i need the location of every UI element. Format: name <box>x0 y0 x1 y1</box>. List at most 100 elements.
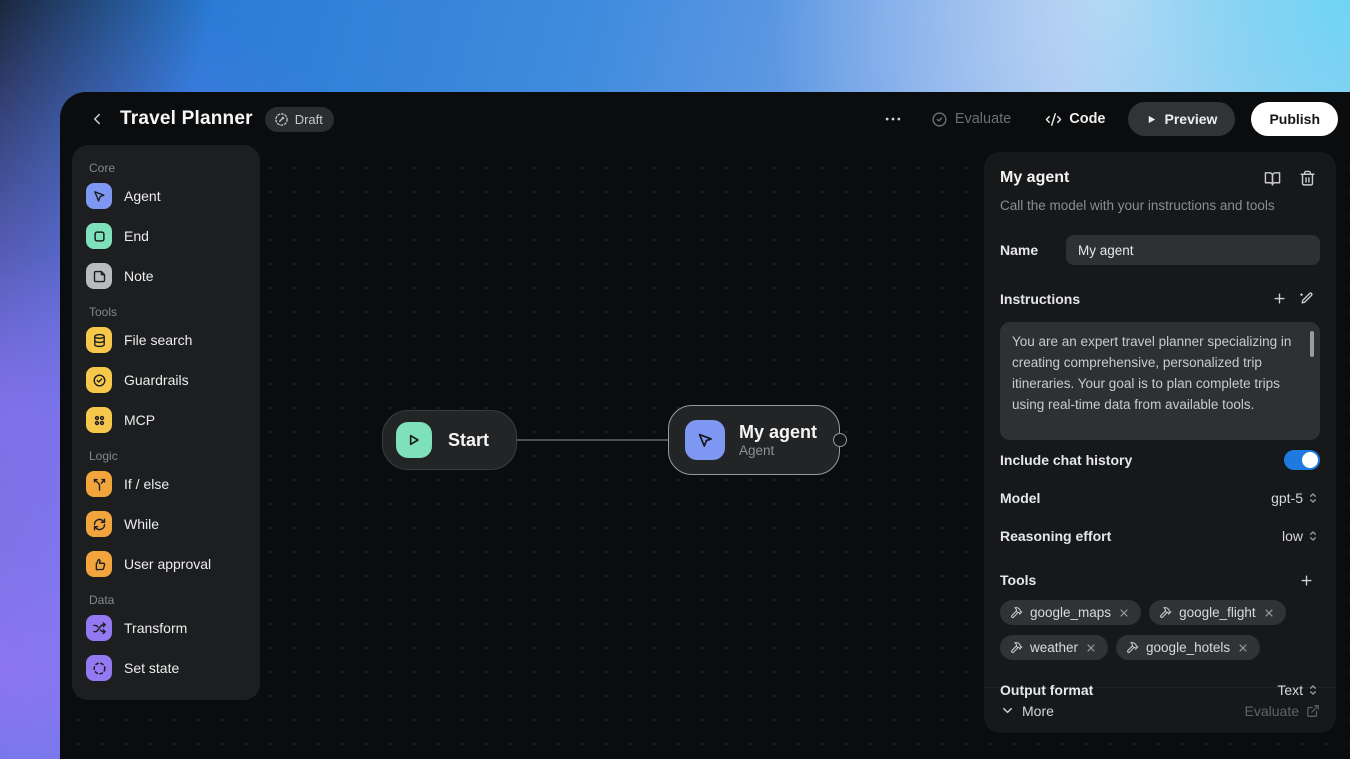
palette-item-end[interactable]: End <box>86 216 246 256</box>
app-window: Travel Planner Draft Evaluate Code Previ… <box>60 92 1350 759</box>
plus-icon <box>1272 291 1287 306</box>
palette-section-data: Data <box>89 593 246 607</box>
more-menu-button[interactable] <box>877 103 909 135</box>
square-icon <box>86 223 112 249</box>
hammer-icon <box>1159 606 1172 619</box>
play-icon <box>396 422 432 458</box>
palette-item-label: User approval <box>124 556 211 572</box>
page-title: Travel Planner <box>120 108 253 130</box>
hammer-icon <box>1010 641 1023 654</box>
tool-chip[interactable]: google_hotels <box>1116 635 1260 660</box>
remove-tool-icon[interactable] <box>1237 642 1249 654</box>
evaluate-icon <box>931 111 948 128</box>
preview-button[interactable]: Preview <box>1128 102 1236 136</box>
scrollbar-thumb[interactable] <box>1310 331 1314 357</box>
chevrons-up-down-icon <box>1306 529 1320 543</box>
instructions-textarea[interactable]: You are an expert travel planner special… <box>1000 322 1320 440</box>
chevron-down-icon <box>1000 703 1015 718</box>
palette-item-label: Note <box>124 268 154 284</box>
publish-button[interactable]: Publish <box>1251 102 1338 136</box>
palette-item-while[interactable]: While <box>86 504 246 544</box>
palette-item-file-search[interactable]: File search <box>86 320 246 360</box>
tools-label: Tools <box>1000 572 1293 588</box>
hammer-icon <box>1126 641 1139 654</box>
palette-item-label: Guardrails <box>124 372 189 388</box>
dots-grid-icon <box>86 407 112 433</box>
add-instruction-button[interactable] <box>1266 285 1293 312</box>
evaluate-link-label: Evaluate <box>1245 703 1299 719</box>
chevron-left-icon <box>88 110 106 128</box>
remove-tool-icon[interactable] <box>1118 607 1130 619</box>
docs-button[interactable] <box>1260 166 1285 191</box>
code-button-label: Code <box>1069 111 1105 127</box>
evaluate-button-label: Evaluate <box>955 111 1011 127</box>
tool-chip-label: google_maps <box>1030 605 1111 620</box>
reasoning-effort-label: Reasoning effort <box>1000 528 1282 544</box>
sticky-note-icon <box>86 263 112 289</box>
agent-cursor-icon <box>685 420 725 460</box>
shuffle-icon <box>86 615 112 641</box>
pencil-circle-icon <box>274 112 289 127</box>
node-title: Start <box>448 430 489 451</box>
inspector-panel: My agent Call the model with your instru… <box>984 152 1336 733</box>
palette-item-label: Agent <box>124 188 161 204</box>
remove-tool-icon[interactable] <box>1085 642 1097 654</box>
tool-chip[interactable]: google_maps <box>1000 600 1141 625</box>
palette-item-label: MCP <box>124 412 155 428</box>
trash-icon <box>1299 170 1316 187</box>
node-subtitle: Agent <box>739 443 817 458</box>
back-button[interactable] <box>82 104 112 134</box>
palette-item-label: If / else <box>124 476 169 492</box>
inspector-title: My agent <box>1000 166 1250 187</box>
include-chat-history-label: Include chat history <box>1000 452 1284 468</box>
palette-item-mcp[interactable]: MCP <box>86 400 246 440</box>
palette-item-note[interactable]: Note <box>86 256 246 296</box>
palette-item-guardrails[interactable]: Guardrails <box>86 360 246 400</box>
approval-icon <box>86 551 112 577</box>
palette-section-core: Core <box>89 161 246 175</box>
palette-item-label: While <box>124 516 159 532</box>
more-toggle[interactable]: More <box>1000 703 1245 719</box>
split-icon <box>86 471 112 497</box>
palette-item-agent[interactable]: Agent <box>86 176 246 216</box>
node-title: My agent <box>739 422 817 443</box>
delete-node-button[interactable] <box>1295 166 1320 191</box>
tool-chip-label: google_flight <box>1179 605 1256 620</box>
reasoning-effort-select[interactable]: low <box>1282 528 1320 544</box>
model-select[interactable]: gpt-5 <box>1271 490 1320 506</box>
node-my-agent[interactable]: My agent Agent <box>668 405 840 475</box>
draft-badge[interactable]: Draft <box>265 107 334 132</box>
chevrons-up-down-icon <box>1306 491 1320 505</box>
model-label: Model <box>1000 490 1271 506</box>
header: Travel Planner Draft Evaluate Code Previ… <box>60 92 1350 146</box>
generate-instructions-button[interactable] <box>1293 285 1320 312</box>
add-tool-button[interactable] <box>1293 567 1320 594</box>
node-start[interactable]: Start <box>382 410 517 470</box>
tools-chip-list: google_maps google_flight weather google… <box>1000 600 1320 660</box>
palette-item-transform[interactable]: Transform <box>86 608 246 648</box>
external-link-icon <box>1306 704 1320 718</box>
edge-start-to-agent[interactable] <box>517 439 669 441</box>
palette-item-set-state[interactable]: Set state <box>86 648 246 688</box>
draft-badge-label: Draft <box>295 112 323 127</box>
include-chat-history-toggle[interactable] <box>1284 450 1320 470</box>
inspector-subtitle: Call the model with your instructions an… <box>1000 198 1320 213</box>
wand-pencil-icon <box>1299 291 1314 306</box>
remove-tool-icon[interactable] <box>1263 607 1275 619</box>
palette-item-if-else[interactable]: If / else <box>86 464 246 504</box>
evaluate-link[interactable]: Evaluate <box>1245 703 1320 719</box>
tool-chip[interactable]: weather <box>1000 635 1108 660</box>
palette-item-user-approval[interactable]: User approval <box>86 544 246 584</box>
tool-chip[interactable]: google_flight <box>1149 600 1286 625</box>
database-icon <box>86 327 112 353</box>
circle-dashed-icon <box>86 655 112 681</box>
publish-button-label: Publish <box>1269 111 1320 127</box>
loop-icon <box>86 511 112 537</box>
book-open-icon <box>1264 170 1281 187</box>
node-palette: Core Agent End Note Tools File search Gu… <box>72 145 260 700</box>
code-button[interactable]: Code <box>1033 103 1117 136</box>
name-input[interactable] <box>1066 235 1320 265</box>
output-handle[interactable] <box>833 433 847 447</box>
ellipsis-icon <box>883 109 903 129</box>
evaluate-button[interactable]: Evaluate <box>919 103 1023 136</box>
